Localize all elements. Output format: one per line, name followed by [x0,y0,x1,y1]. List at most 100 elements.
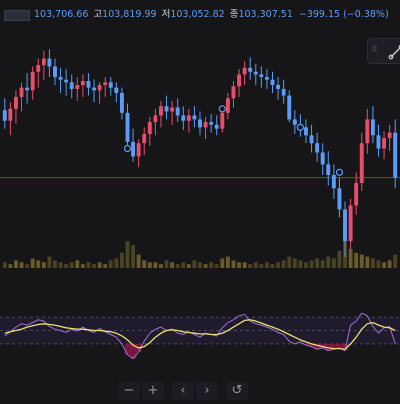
volume-bar [387,260,392,268]
candle-body [343,209,347,242]
candle-body [337,188,342,210]
candle-body [198,119,202,128]
volume-bar [242,262,247,268]
volume-bar [354,252,359,268]
volume-bar [69,262,74,268]
candle-body [231,86,236,99]
trend-line-tool-icon[interactable] [388,44,400,60]
volume-bar [331,258,336,268]
volume-bar [153,262,158,268]
volume-bar [19,262,24,268]
high-label: 고 [93,9,103,20]
candle-body [92,87,96,91]
change-value: −399.15 (−0.38%) [298,9,389,20]
volume-bar [80,264,85,268]
candle-body [304,127,308,136]
volume-bar [114,258,119,268]
candle-body [186,115,191,121]
candle-body [114,87,119,93]
candle-body [192,115,197,120]
volume-bar [276,262,281,268]
volume-bar [281,260,286,268]
price-chart[interactable] [0,0,400,400]
volume-bar [175,264,180,268]
volume-bar [365,256,370,268]
candle-body [331,175,336,189]
candle-body [276,85,281,89]
signal-marker [123,144,132,153]
candle-body [69,82,74,89]
candle-body [80,81,85,85]
volume-bar [292,258,297,268]
reset-chart-button[interactable]: ↺ [226,382,248,400]
candle-body [64,79,69,83]
volume-bar [320,260,325,268]
candle-body [86,81,91,88]
scroll-left-button[interactable]: ‹ [172,382,194,400]
scroll-right-button[interactable]: › [196,382,218,400]
candle-body [292,119,297,125]
candle-body [119,92,124,113]
volume-bar [376,260,381,268]
volume-bar [8,264,13,268]
volume-bar [231,260,236,268]
volume-bar [142,260,147,268]
volume-bar [248,264,253,268]
candle-body [75,85,80,89]
candle-body [19,87,24,97]
candle-body [142,133,147,144]
volume-bar [259,264,264,268]
candle-body [387,132,392,138]
volume-bar [326,256,331,268]
volume-bar [270,264,275,268]
volume-bar [214,264,219,268]
volume-bar [304,262,308,268]
volume-bar [92,264,96,268]
candle-body [159,106,163,116]
volume-bar [237,262,241,268]
volume-bar [75,260,80,268]
volume-bar [41,262,46,268]
drag-handle-icon[interactable]: ⁞⁞ [372,45,378,56]
rsi-oversold-fill [124,343,131,355]
candle-body [103,82,108,85]
volume-bar [393,254,398,268]
volume-bar [370,258,375,268]
drawing-tool-dock[interactable]: ⁞⁞ [367,38,400,64]
volume-bar [298,260,303,268]
signal-marker [335,168,344,176]
volume-bar [192,260,197,268]
volume-bar [359,254,364,268]
candle-body [287,95,292,120]
candle-body [259,74,264,78]
volume-bar [220,258,225,268]
volume-bar [30,258,35,268]
candle-body [365,119,370,144]
volume-bar [25,264,30,268]
volume-bar [186,264,191,268]
volume-bar [287,256,292,268]
candle-body [30,71,35,91]
volume-bar [119,252,124,268]
candle-body [203,122,208,128]
candle-body [131,141,136,157]
volume-bar [147,262,152,268]
volume-bar [58,262,63,268]
candle-body [164,106,169,112]
rsi-oversold-fill [336,343,343,348]
candle-body [281,88,286,96]
close-label: 종 [229,9,239,20]
volume-bar [53,260,57,268]
zoom-out-button[interactable]: − [118,382,140,400]
candle-body [270,79,275,85]
chart-area[interactable] [0,0,400,400]
candle-body [393,132,398,178]
volume-bar [198,262,202,268]
candle-body [25,87,30,91]
volume-bar [103,264,108,268]
volume-bar [2,262,7,268]
candle-body [309,135,314,144]
volume-bar [97,262,102,268]
candle-body [264,77,269,80]
zoom-in-button[interactable]: + [142,382,164,400]
